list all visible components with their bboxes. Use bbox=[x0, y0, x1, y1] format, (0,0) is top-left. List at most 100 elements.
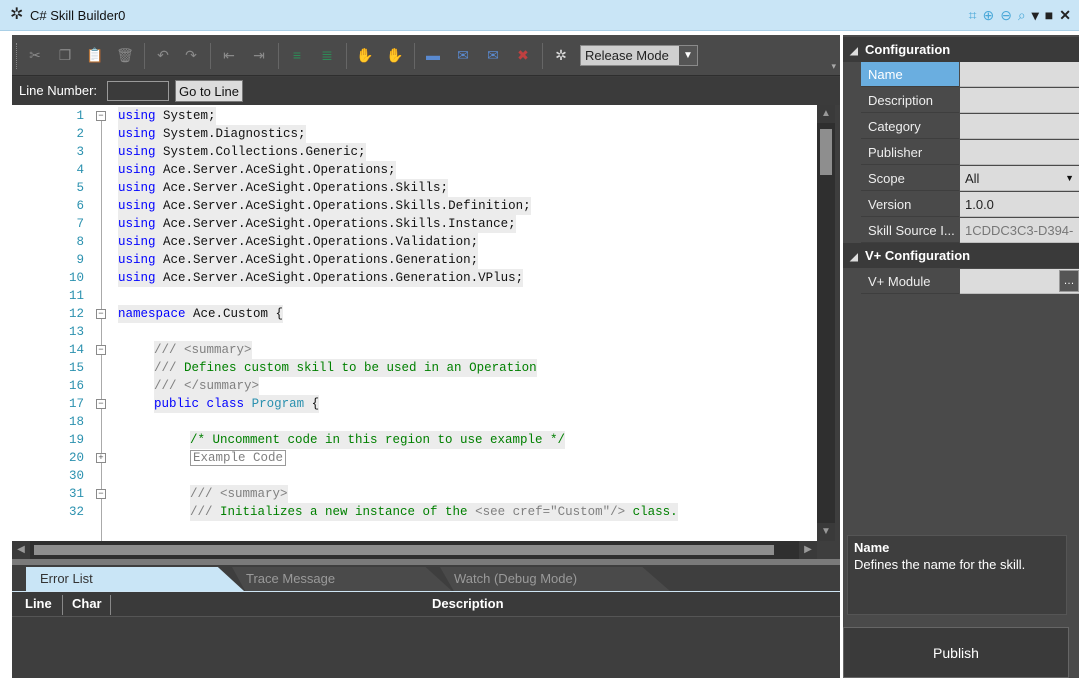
description-field[interactable] bbox=[960, 88, 1079, 113]
property-row-vplus-module[interactable]: V+ Module … bbox=[861, 269, 1079, 294]
maximize-icon[interactable]: ■ bbox=[1045, 6, 1053, 24]
code-text: Example Code bbox=[190, 449, 287, 467]
code-line[interactable]: 9 using Ace.Server.AceSight.Operations.Ge… bbox=[12, 251, 817, 269]
code-line[interactable]: 11 bbox=[12, 287, 817, 305]
category-field[interactable] bbox=[960, 114, 1079, 139]
line-number: 16 bbox=[68, 379, 84, 393]
property-row-skill-source[interactable]: Skill Source I... 1CDDC3C3-D394- bbox=[861, 218, 1079, 243]
code-line[interactable]: 6 using Ace.Server.AceSight.Operations.Sk… bbox=[12, 197, 817, 215]
code-line[interactable]: 3 using System.Collections.Generic; bbox=[12, 143, 817, 161]
tab-watch[interactable]: Watch (Debug Mode) bbox=[440, 567, 670, 591]
collapse-icon[interactable]: − bbox=[96, 309, 106, 319]
dropdown-icon[interactable]: ▾ bbox=[1032, 6, 1039, 24]
browse-button[interactable]: … bbox=[1059, 270, 1079, 292]
settings-icon[interactable]: ✲ bbox=[552, 46, 570, 64]
collapse-icon[interactable]: − bbox=[96, 399, 106, 409]
message-icon[interactable]: ▬ bbox=[424, 46, 442, 64]
code-line[interactable]: 7 using Ace.Server.AceSight.Operations.Sk… bbox=[12, 215, 817, 233]
message-delete-icon[interactable]: ✖ bbox=[514, 46, 532, 64]
message-add-icon[interactable]: ✉ bbox=[454, 46, 472, 64]
toolbar-grip[interactable] bbox=[16, 43, 19, 69]
code-line[interactable]: 19 /* Uncomment code in this region to us… bbox=[12, 431, 817, 449]
property-row-category[interactable]: Category bbox=[861, 114, 1079, 139]
line-number-input[interactable] bbox=[107, 81, 169, 101]
property-row-publisher[interactable]: Publisher bbox=[861, 140, 1079, 165]
hand-stop-icon[interactable]: ✋ bbox=[386, 46, 404, 64]
line-number: 30 bbox=[68, 469, 84, 483]
scope-select[interactable]: All ▼ bbox=[960, 166, 1079, 191]
collapse-icon[interactable]: − bbox=[96, 345, 106, 355]
column-description[interactable]: Description bbox=[432, 592, 504, 617]
column-char[interactable]: Char bbox=[72, 592, 102, 617]
redo-icon[interactable]: ↷ bbox=[182, 46, 200, 64]
property-row-scope[interactable]: Scope All ▼ bbox=[861, 166, 1079, 191]
code-line[interactable]: 2 using System.Diagnostics; bbox=[12, 125, 817, 143]
go-to-line-button[interactable]: Go to Line bbox=[175, 80, 243, 102]
paste-icon[interactable]: 📋 bbox=[86, 46, 104, 64]
code-line[interactable]: 32 /// Initializes a new instance of the … bbox=[12, 503, 817, 521]
cut-icon[interactable]: ✂ bbox=[26, 46, 44, 64]
tab-trace-message[interactable]: Trace Message bbox=[232, 567, 452, 591]
publisher-field[interactable] bbox=[960, 140, 1079, 165]
chevron-down-icon[interactable]: ▼ bbox=[1065, 166, 1074, 190]
publish-button[interactable]: Publish bbox=[843, 627, 1069, 678]
code-line[interactable]: 30 bbox=[12, 467, 817, 485]
code-line[interactable]: 5 using Ace.Server.AceSight.Operations.Sk… bbox=[12, 179, 817, 197]
scroll-left-icon[interactable]: ◀ bbox=[12, 541, 30, 559]
collapse-icon[interactable]: − bbox=[96, 489, 106, 499]
name-field[interactable] bbox=[960, 62, 1079, 87]
code-line[interactable]: 1 − using System; bbox=[12, 107, 817, 125]
hand-icon[interactable]: ✋ bbox=[356, 46, 374, 64]
code-line[interactable]: 12 − namespace Ace.Custom { bbox=[12, 305, 817, 323]
horizontal-scrollbar[interactable]: ◀ ▶ bbox=[12, 541, 817, 559]
property-row-description[interactable]: Description bbox=[861, 88, 1079, 113]
collapse-icon[interactable]: ◢ bbox=[843, 245, 865, 270]
horizontal-scroll-thumb[interactable] bbox=[34, 545, 774, 555]
column-line[interactable]: Line bbox=[25, 592, 52, 617]
code-line[interactable]: 15 /// Defines custom skill to be used in… bbox=[12, 359, 817, 377]
undo-icon[interactable]: ↶ bbox=[154, 46, 172, 64]
toolbar-overflow-icon[interactable]: ▾ bbox=[831, 61, 836, 72]
scroll-down-icon[interactable]: ▼ bbox=[817, 523, 835, 541]
indent-icon[interactable]: ⇥ bbox=[250, 46, 268, 64]
zoom-100-icon[interactable]: ⌕ bbox=[1018, 6, 1026, 24]
comment-icon[interactable]: ≡ bbox=[288, 46, 306, 64]
property-row-name[interactable]: Name bbox=[861, 62, 1079, 87]
code-line[interactable]: 13 bbox=[12, 323, 817, 341]
outdent-icon[interactable]: ⇤ bbox=[220, 46, 238, 64]
code-line[interactable]: 31 − /// <summary> bbox=[12, 485, 817, 503]
code-line[interactable]: 18 bbox=[12, 413, 817, 431]
delete-icon[interactable]: 🗑 bbox=[116, 46, 134, 64]
version-field[interactable]: 1.0.0 bbox=[960, 192, 1079, 217]
code-line[interactable]: 14 − /// <summary> bbox=[12, 341, 817, 359]
tab-error-list[interactable]: Error List bbox=[26, 567, 244, 591]
code-editor[interactable]: 1 − using System; 2 using System.Diagnostics… bbox=[12, 105, 817, 541]
expand-icon[interactable]: + bbox=[96, 453, 106, 463]
code-line[interactable]: 16 /// </summary> bbox=[12, 377, 817, 395]
zoom-out-icon[interactable]: ⊖ bbox=[1000, 6, 1012, 24]
scroll-right-icon[interactable]: ▶ bbox=[799, 541, 817, 559]
collapse-icon[interactable]: ◢ bbox=[843, 39, 865, 64]
build-mode-select[interactable]: Release Mode ▼ bbox=[580, 45, 698, 66]
collapse-icon[interactable]: − bbox=[96, 111, 106, 121]
zoom-in-icon[interactable]: ⊕ bbox=[982, 6, 994, 24]
uncomment-icon[interactable]: ≣ bbox=[318, 46, 336, 64]
copy-icon[interactable]: ❐ bbox=[56, 46, 74, 64]
code-line[interactable]: 8 using Ace.Server.AceSight.Operations.Va… bbox=[12, 233, 817, 251]
vplus-module-field[interactable]: … bbox=[960, 269, 1079, 294]
code-line[interactable]: 4 using Ace.Server.AceSight.Operations; bbox=[12, 161, 817, 179]
fit-icon[interactable]: ⌗ bbox=[969, 6, 977, 24]
configuration-header[interactable]: ◢ Configuration bbox=[843, 37, 1079, 62]
vertical-scrollbar[interactable]: ▲ ▼ bbox=[817, 105, 835, 541]
code-line[interactable]: 20 + Example Code bbox=[12, 449, 817, 467]
scroll-up-icon[interactable]: ▲ bbox=[817, 105, 835, 123]
property-row-version[interactable]: Version 1.0.0 bbox=[861, 192, 1079, 217]
vplus-configuration-header[interactable]: ◢ V+ Configuration bbox=[843, 243, 1079, 268]
code-line[interactable]: 17 − public class Program { bbox=[12, 395, 817, 413]
chevron-down-icon[interactable]: ▼ bbox=[679, 46, 697, 65]
vertical-scroll-thumb[interactable] bbox=[820, 129, 832, 175]
close-icon[interactable]: ✕ bbox=[1059, 6, 1071, 24]
line-number: 14 bbox=[68, 343, 84, 357]
code-line[interactable]: 10 using Ace.Server.AceSight.Operations.G… bbox=[12, 269, 817, 287]
message-edit-icon[interactable]: ✉ bbox=[484, 46, 502, 64]
